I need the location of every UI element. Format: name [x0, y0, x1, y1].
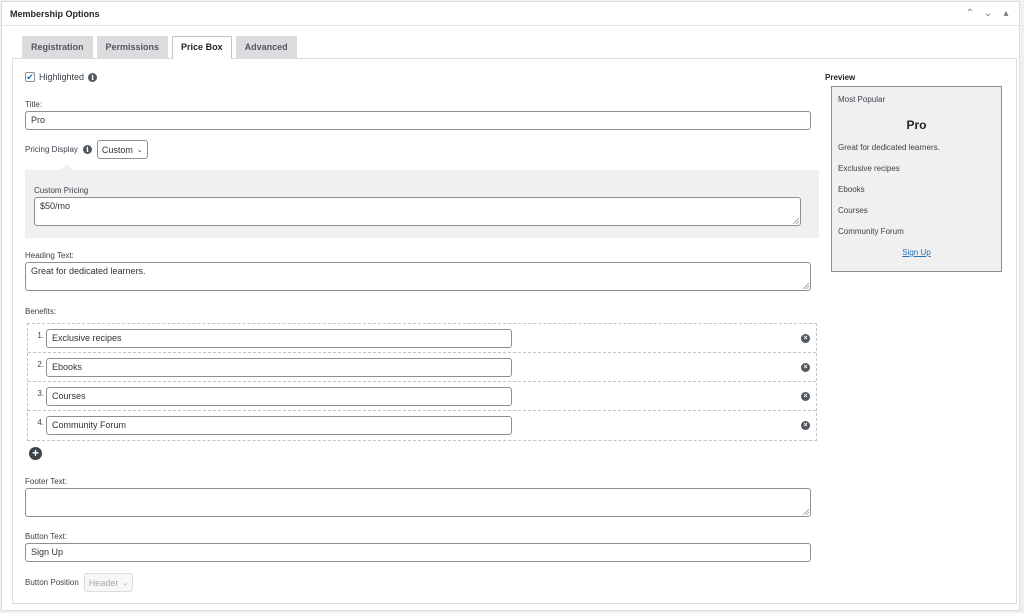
price-box-panel: ✔ Highlighted i Title: Pro Pricing Displ…: [12, 58, 1017, 604]
preview-benefit: Exclusive recipes: [838, 164, 900, 173]
resize-handle-icon[interactable]: [793, 218, 799, 224]
chevron-down-icon: ⌄: [136, 146, 143, 154]
benefit-item[interactable]: 4. Community Forum ×: [28, 411, 816, 440]
heading-text-textarea[interactable]: Great for dedicated learners.: [25, 262, 811, 291]
remove-benefit-icon[interactable]: ×: [801, 363, 810, 372]
chevron-down-icon: ⌄: [122, 579, 129, 587]
benefits-list: 1. Exclusive recipes × 2. Ebooks × 3. Co…: [27, 323, 817, 441]
button-position-select: Header ⌄: [83, 573, 134, 592]
preview-benefit: Community Forum: [838, 227, 904, 236]
custom-pricing-value: $50/mo: [40, 201, 71, 211]
highlighted-checkbox[interactable]: ✔: [25, 72, 35, 82]
postbox-header: Membership Options ⌃ ⌄ ▴: [2, 2, 1019, 26]
button-text-input[interactable]: Sign Up: [25, 543, 811, 562]
move-up-icon[interactable]: ⌃: [965, 8, 975, 19]
benefit-number: 4.: [37, 418, 44, 427]
benefit-input[interactable]: Community Forum: [46, 416, 512, 435]
preview-card: Most Popular Pro Great for dedicated lea…: [831, 86, 1002, 272]
button-position-row: Button Position Header ⌄: [25, 573, 134, 592]
title-field-group: Title: Pro: [25, 100, 811, 130]
footer-text-group: Footer Text:: [25, 477, 811, 517]
move-down-icon[interactable]: ⌄: [983, 8, 993, 19]
preview-signup-link[interactable]: Sign Up: [838, 248, 995, 269]
benefit-number: 2.: [37, 360, 44, 369]
preview-benefit: Courses: [838, 206, 868, 215]
button-text-label: Button Text:: [25, 532, 68, 541]
preview-title: Pro: [906, 118, 927, 132]
info-icon[interactable]: i: [82, 145, 92, 154]
benefit-input[interactable]: Courses: [46, 386, 512, 406]
footer-text-textarea[interactable]: [25, 488, 811, 517]
postbox-controls: ⌃ ⌄ ▴: [965, 8, 1011, 19]
title-label: Title:: [25, 100, 43, 109]
benefits-label: Benefits:: [25, 307, 57, 316]
tab-permissions[interactable]: Permissions: [96, 36, 169, 58]
preview-badge: Most Popular: [838, 95, 886, 104]
custom-pricing-box: Custom Pricing $50/mo: [25, 164, 819, 238]
resize-handle-icon[interactable]: [803, 283, 809, 289]
pricing-display-value: Custom: [101, 144, 133, 155]
membership-options-postbox: Membership Options ⌃ ⌄ ▴ Registration Pe…: [1, 1, 1020, 611]
benefit-number: 3.: [37, 389, 44, 398]
button-position-value: Header: [88, 577, 119, 588]
pricing-display-select[interactable]: Custom ⌄: [96, 140, 148, 159]
pricing-display-label: Pricing Display: [25, 145, 78, 154]
info-icon[interactable]: i: [88, 72, 98, 82]
preview-label: Preview: [825, 73, 856, 82]
toggle-panel-icon[interactable]: ▴: [1001, 8, 1011, 19]
benefit-item[interactable]: 2. Ebooks ×: [28, 353, 816, 382]
button-text-group: Button Text: Sign Up: [25, 532, 811, 562]
highlighted-row: ✔ Highlighted i: [25, 72, 98, 82]
benefit-item[interactable]: 1. Exclusive recipes ×: [28, 324, 816, 353]
remove-benefit-icon[interactable]: ×: [801, 421, 810, 430]
heading-text-group: Heading Text: Great for dedicated learne…: [25, 251, 811, 291]
preview-benefit: Ebooks: [838, 185, 865, 194]
highlighted-label: Highlighted: [39, 72, 85, 82]
preview-heading: Great for dedicated learners.: [838, 143, 940, 152]
footer-text-label: Footer Text:: [25, 477, 68, 486]
benefit-input[interactable]: Exclusive recipes: [46, 328, 512, 348]
tab-price-box[interactable]: Price Box: [172, 36, 232, 59]
heading-text-label: Heading Text:: [25, 251, 74, 260]
benefit-input[interactable]: Ebooks: [46, 357, 512, 377]
tab-advanced[interactable]: Advanced: [235, 36, 297, 58]
remove-benefit-icon[interactable]: ×: [801, 334, 810, 343]
tab-registration[interactable]: Registration: [22, 36, 93, 58]
benefit-item[interactable]: 3. Courses ×: [28, 382, 816, 411]
title-input[interactable]: Pro: [25, 111, 811, 130]
tab-bar: Registration Permissions Price Box Advan…: [22, 36, 297, 59]
resize-handle-icon[interactable]: [803, 509, 809, 515]
heading-text-value: Great for dedicated learners.: [31, 266, 146, 276]
postbox-title: Membership Options: [10, 8, 100, 19]
add-benefit-icon[interactable]: +: [29, 447, 42, 460]
benefit-number: 1.: [37, 331, 44, 340]
pricing-display-row: Pricing Display i Custom ⌄: [25, 140, 148, 159]
remove-benefit-icon[interactable]: ×: [801, 392, 810, 401]
custom-pricing-textarea[interactable]: $50/mo: [34, 197, 801, 226]
custom-pricing-label: Custom Pricing: [34, 186, 89, 195]
button-position-label: Button Position: [25, 578, 79, 587]
